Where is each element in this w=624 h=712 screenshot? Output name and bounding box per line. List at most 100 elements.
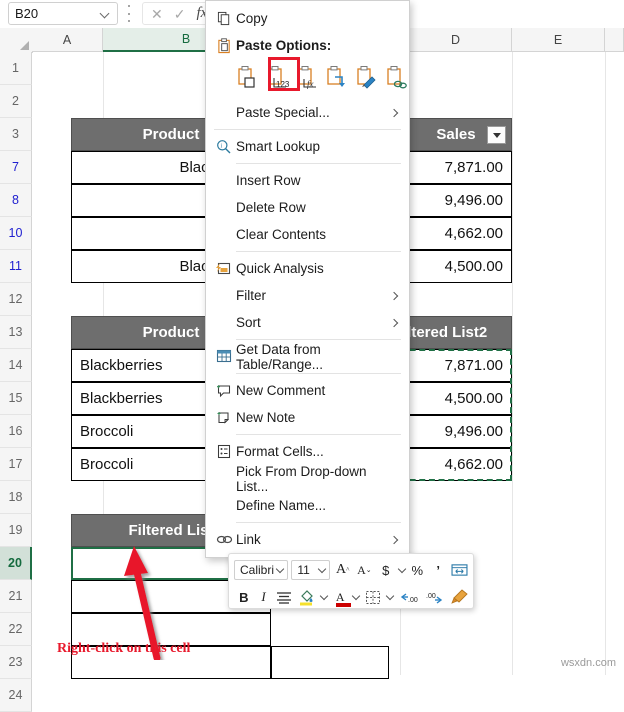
row-header-19[interactable]: 19 — [0, 514, 32, 547]
row-header-17[interactable]: 17 — [0, 448, 32, 481]
magnifier-info-icon: i — [212, 137, 236, 157]
increase-decimal-button[interactable]: .00 — [399, 587, 419, 608]
menu-item-paste-options-label: Paste Options: — [236, 38, 332, 53]
font-color-icon[interactable]: A — [333, 587, 352, 608]
fill-color-chevron-down-icon[interactable] — [321, 588, 327, 606]
font-name-selector[interactable]: Calibri — [234, 560, 289, 580]
row-header-21[interactable]: 21 — [0, 580, 32, 613]
font-color-chevron-down-icon[interactable] — [353, 588, 359, 606]
paste-special-icon — [212, 103, 236, 123]
borders-chevron-down-icon[interactable] — [387, 588, 393, 606]
menu-item-link[interactable]: Link — [206, 526, 409, 553]
chevron-down-icon[interactable] — [275, 561, 284, 579]
row-header-14[interactable]: 14 — [0, 349, 32, 382]
paste-link-icon[interactable] — [384, 65, 409, 93]
comma-style-button[interactable]: ’ — [429, 560, 447, 581]
format-cells-icon — [212, 442, 236, 462]
chevron-down-icon[interactable] — [101, 9, 111, 19]
table1-cell-sales-1[interactable]: 7,871.00 — [400, 151, 512, 184]
paste-options-row[interactable]: 123 fx — [206, 59, 409, 99]
menu-item-smart-lookup-label: Smart Lookup — [236, 139, 321, 154]
row-header-13[interactable]: 13 — [0, 316, 32, 349]
table1-cell-sales-4[interactable]: 4,500.00 — [400, 250, 512, 283]
copy-icon — [212, 9, 236, 29]
row-header-12[interactable]: 12 — [0, 283, 32, 316]
align-icon[interactable] — [276, 587, 292, 608]
menu-item-clear-contents[interactable]: Clear Contents — [206, 221, 409, 248]
menu-item-filter[interactable]: Filter — [206, 282, 409, 309]
menu-item-sort[interactable]: Sort — [206, 309, 409, 336]
table2-cell-sales-3[interactable]: 9,496.00 — [400, 415, 512, 448]
format-painter-icon[interactable] — [451, 587, 468, 608]
row-header-20[interactable]: 20 — [0, 547, 32, 580]
column-header-d[interactable]: D — [400, 28, 512, 52]
menu-item-paste-special[interactable]: Paste Special... — [206, 99, 409, 126]
grow-font-button[interactable]: A ^ — [333, 560, 352, 581]
borders-icon[interactable] — [365, 587, 381, 608]
menu-item-insert-row-label: Insert Row — [236, 173, 301, 188]
paste-formatting-icon[interactable] — [355, 65, 380, 93]
table3-cell-extra[interactable] — [271, 646, 389, 679]
font-color-letter: A — [335, 589, 345, 604]
row-header-16[interactable]: 16 — [0, 415, 32, 448]
row-header-22[interactable]: 22 — [0, 613, 32, 646]
paste-all-icon[interactable] — [236, 65, 261, 93]
row-header-18[interactable]: 18 — [0, 481, 32, 514]
row-header-3[interactable]: 3 — [0, 118, 32, 151]
name-box[interactable]: B20 — [8, 2, 118, 25]
menu-item-insert-row[interactable]: Insert Row — [206, 167, 409, 194]
row-header-7[interactable]: 7 — [0, 151, 32, 184]
row-header-15[interactable]: 15 — [0, 382, 32, 415]
table2-cell-sales-4[interactable]: 4,662.00 — [400, 448, 512, 481]
italic-button[interactable]: I — [257, 587, 271, 608]
chevron-down-icon[interactable] — [317, 561, 326, 579]
accounting-format-icon[interactable] — [450, 560, 468, 581]
table2-cell-sales-1[interactable]: 7,871.00 — [400, 349, 512, 382]
menu-item-new-note[interactable]: New Note — [206, 404, 409, 431]
menu-item-copy[interactable]: Copy — [206, 5, 409, 32]
font-size-selector[interactable]: 11 — [291, 560, 331, 580]
menu-item-get-data-from-table-range[interactable]: Get Data from Table/Range... — [206, 342, 409, 372]
svg-text:i: i — [221, 143, 223, 149]
menu-item-smart-lookup[interactable]: i Smart Lookup — [206, 133, 409, 160]
filter-dropdown-sales[interactable] — [487, 126, 506, 144]
mini-toolbar[interactable]: Calibri 11 A ^ A ⌄ $ % ’ B I A .00 .00 — [228, 553, 474, 609]
currency-chevron-down-icon[interactable] — [398, 561, 406, 579]
quick-analysis-icon — [212, 259, 236, 279]
decrease-decimal-button[interactable]: .00 — [425, 587, 445, 608]
menu-item-copy-label: Copy — [236, 11, 268, 26]
cancel-x-icon[interactable]: ✕ — [151, 7, 163, 21]
column-header-f[interactable] — [605, 28, 624, 52]
table1-cell-sales-2[interactable]: 9,496.00 — [400, 184, 512, 217]
fill-color-icon[interactable] — [298, 587, 315, 608]
bold-button[interactable]: B — [237, 587, 251, 608]
row-header-10[interactable]: 10 — [0, 217, 32, 250]
shrink-font-button[interactable]: A ⌄ — [355, 560, 374, 581]
row-header-8[interactable]: 8 — [0, 184, 32, 217]
row-header-1[interactable]: 1 — [0, 52, 32, 85]
select-all-corner[interactable] — [0, 28, 33, 53]
row-header-11[interactable]: 11 — [0, 250, 32, 283]
currency-format-button[interactable]: $ — [377, 560, 395, 581]
row-header-23[interactable]: 23 — [0, 646, 32, 679]
menu-item-define-name-label: Define Name... — [236, 498, 327, 513]
menu-item-delete-row[interactable]: Delete Row — [206, 194, 409, 221]
paste-transpose-icon[interactable] — [325, 65, 350, 93]
menu-item-pick-from-dropdown-list[interactable]: Pick From Drop-down List... — [206, 464, 409, 494]
table2-cell-sales-2[interactable]: 4,500.00 — [400, 382, 512, 415]
confirm-check-icon[interactable]: ✓ — [174, 7, 186, 21]
menu-item-format-cells[interactable]: Format Cells... — [206, 438, 409, 465]
row-header-2[interactable]: 2 — [0, 85, 32, 118]
menu-item-new-comment[interactable]: New Comment — [206, 377, 409, 404]
context-menu[interactable]: Copy Paste Options: 123 fx Paste Special… — [205, 0, 410, 558]
column-header-e[interactable]: E — [512, 28, 605, 52]
menu-item-quick-analysis[interactable]: Quick Analysis — [206, 255, 409, 282]
table-icon — [212, 347, 236, 367]
menu-item-define-name[interactable]: Define Name... — [206, 492, 409, 519]
name-box-grip[interactable] — [127, 5, 131, 22]
insert-row-icon — [212, 171, 236, 191]
column-header-a[interactable]: A — [32, 28, 103, 52]
row-header-24[interactable]: 24 — [0, 679, 32, 712]
percent-format-button[interactable]: % — [408, 560, 426, 581]
table1-cell-sales-3[interactable]: 4,662.00 — [400, 217, 512, 250]
